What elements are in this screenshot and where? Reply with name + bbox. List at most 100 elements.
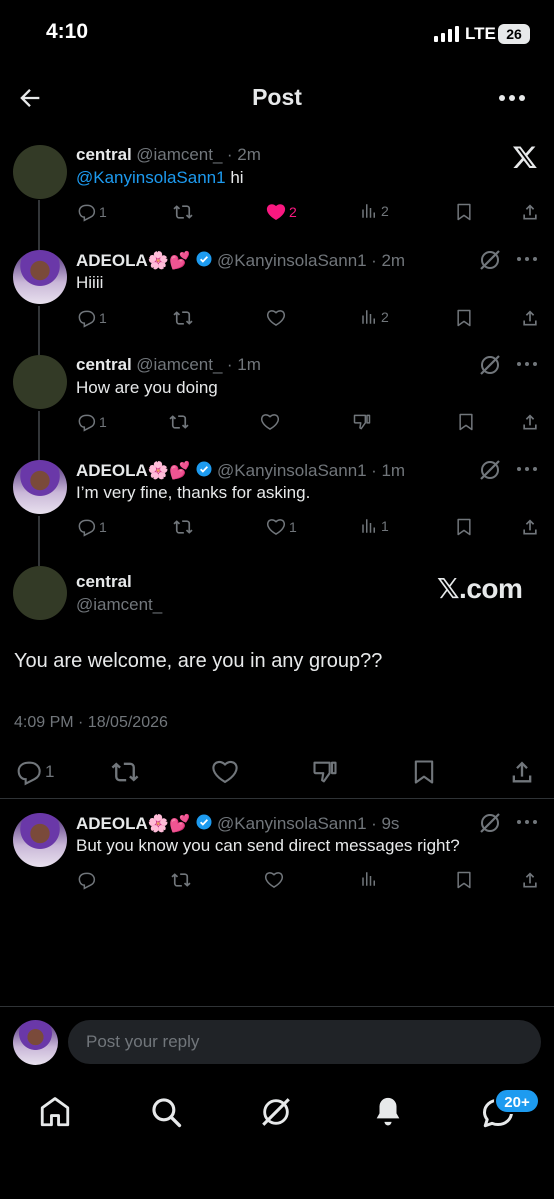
like-button[interactable]: 1 (266, 517, 297, 537)
bookmark-button[interactable] (410, 758, 438, 786)
like-button[interactable] (211, 758, 239, 786)
grok-icon[interactable] (478, 811, 502, 835)
reply-icon (78, 414, 96, 432)
repost-button[interactable] (172, 202, 194, 222)
bookmark-icon (457, 309, 471, 327)
bookmark-button[interactable] (454, 308, 474, 328)
author-name[interactable]: ADEOLA🌸💕 (76, 461, 190, 480)
reply-button[interactable]: 1 (76, 412, 107, 432)
share-button[interactable] (520, 202, 540, 222)
reply-count: 1 (45, 762, 55, 781)
repost-button[interactable] (172, 308, 194, 328)
views-button[interactable]: 1 (360, 517, 389, 535)
signal-icon (434, 26, 459, 42)
bookmark-button[interactable] (456, 412, 476, 432)
post-text: I’m very fine, thanks for asking. (76, 483, 311, 502)
view-count: 1 (381, 518, 389, 534)
post-actions (76, 870, 546, 892)
author-handle[interactable]: @iamcent_ (76, 595, 162, 615)
reply-input[interactable]: Post your reply (68, 1020, 541, 1064)
more-options-icon[interactable] (516, 464, 538, 474)
like-button[interactable] (264, 870, 284, 890)
share-icon (523, 414, 537, 430)
post-header: ADEOLA🌸💕 @KanyinsolaSann1 · 1m (76, 460, 405, 481)
share-button[interactable] (520, 517, 540, 537)
avatar[interactable] (13, 145, 67, 199)
author-name[interactable]: ADEOLA🌸💕 (76, 251, 190, 270)
bookmark-icon (459, 413, 473, 431)
views-button[interactable]: 2 (360, 308, 389, 326)
home-icon[interactable] (38, 1095, 72, 1129)
like-button[interactable] (266, 308, 286, 328)
repost-button[interactable] (170, 870, 192, 890)
author-handle[interactable]: @KanyinsolaSann1 (217, 814, 367, 833)
author-handle[interactable]: @iamcent_ (136, 355, 222, 374)
share-icon (523, 872, 537, 888)
bookmark-icon (457, 871, 471, 889)
reply-button[interactable] (76, 870, 96, 890)
bookmark-icon (414, 760, 434, 784)
post-actions: 1 2 2 (76, 202, 546, 224)
more-options-icon[interactable] (516, 817, 538, 827)
notifications-bell-icon[interactable] (371, 1095, 405, 1129)
like-count: 1 (289, 519, 297, 535)
reply-icon (17, 761, 41, 786)
reply-button[interactable]: 1 (14, 758, 54, 786)
author-name[interactable]: central (76, 572, 132, 592)
post-actions: 1 (76, 412, 546, 434)
avatar[interactable] (13, 813, 67, 867)
reply-button[interactable]: 1 (76, 202, 107, 222)
downvote-button[interactable] (352, 412, 372, 432)
views-button[interactable] (360, 870, 378, 888)
share-button[interactable] (508, 758, 536, 786)
author-handle[interactable]: @KanyinsolaSann1 (217, 461, 367, 480)
thread-line (38, 200, 40, 250)
author-name[interactable]: ADEOLA🌸💕 (76, 814, 190, 833)
author-handle[interactable]: @iamcent_ (136, 145, 222, 164)
repost-button[interactable] (172, 517, 194, 537)
reply-button[interactable]: 1 (76, 308, 107, 328)
more-options-icon[interactable] (497, 86, 527, 110)
like-button[interactable]: 2 (266, 202, 297, 222)
avatar[interactable] (13, 566, 67, 620)
avatar[interactable] (13, 460, 67, 514)
reply-button[interactable]: 1 (76, 517, 107, 537)
x-logo-icon (512, 146, 537, 169)
views-button[interactable]: 2 (360, 202, 389, 220)
thumbs-down-icon (353, 414, 371, 430)
post-text: But you know you can send direct message… (76, 836, 460, 855)
reply-count: 1 (99, 414, 107, 430)
downvote-button[interactable] (311, 758, 339, 786)
views-icon (362, 519, 375, 533)
bookmark-button[interactable] (454, 202, 474, 222)
share-button[interactable] (520, 308, 540, 328)
share-button[interactable] (520, 870, 540, 890)
grok-icon[interactable] (259, 1095, 293, 1129)
bookmark-button[interactable] (454, 870, 474, 890)
post-header: ADEOLA🌸💕 @KanyinsolaSann1 · 2m (76, 250, 405, 271)
post-text: You are welcome, are you in any group?? (14, 650, 383, 672)
verified-badge-icon (196, 461, 212, 477)
mention-link[interactable]: @KanyinsolaSann1 (76, 168, 226, 187)
author-name[interactable]: central (76, 355, 132, 374)
grok-icon[interactable] (478, 458, 502, 482)
more-options-icon[interactable] (516, 254, 538, 264)
author-handle[interactable]: @KanyinsolaSann1 (217, 251, 367, 270)
search-icon[interactable] (149, 1095, 183, 1129)
avatar[interactable] (13, 250, 67, 304)
post-time: · 9s (371, 814, 400, 833)
share-button[interactable] (520, 412, 540, 432)
more-options-icon[interactable] (516, 359, 538, 369)
bookmark-button[interactable] (454, 517, 474, 537)
author-name[interactable]: central (76, 145, 132, 164)
thumbs-down-icon (313, 761, 337, 783)
like-count: 2 (289, 204, 297, 220)
share-icon (523, 310, 537, 326)
repost-button[interactable] (168, 412, 190, 432)
like-button[interactable] (260, 412, 280, 432)
thread-line (38, 516, 40, 566)
repost-button[interactable] (110, 758, 140, 786)
grok-icon[interactable] (478, 353, 502, 377)
grok-icon[interactable] (478, 248, 502, 272)
avatar[interactable] (13, 355, 67, 409)
